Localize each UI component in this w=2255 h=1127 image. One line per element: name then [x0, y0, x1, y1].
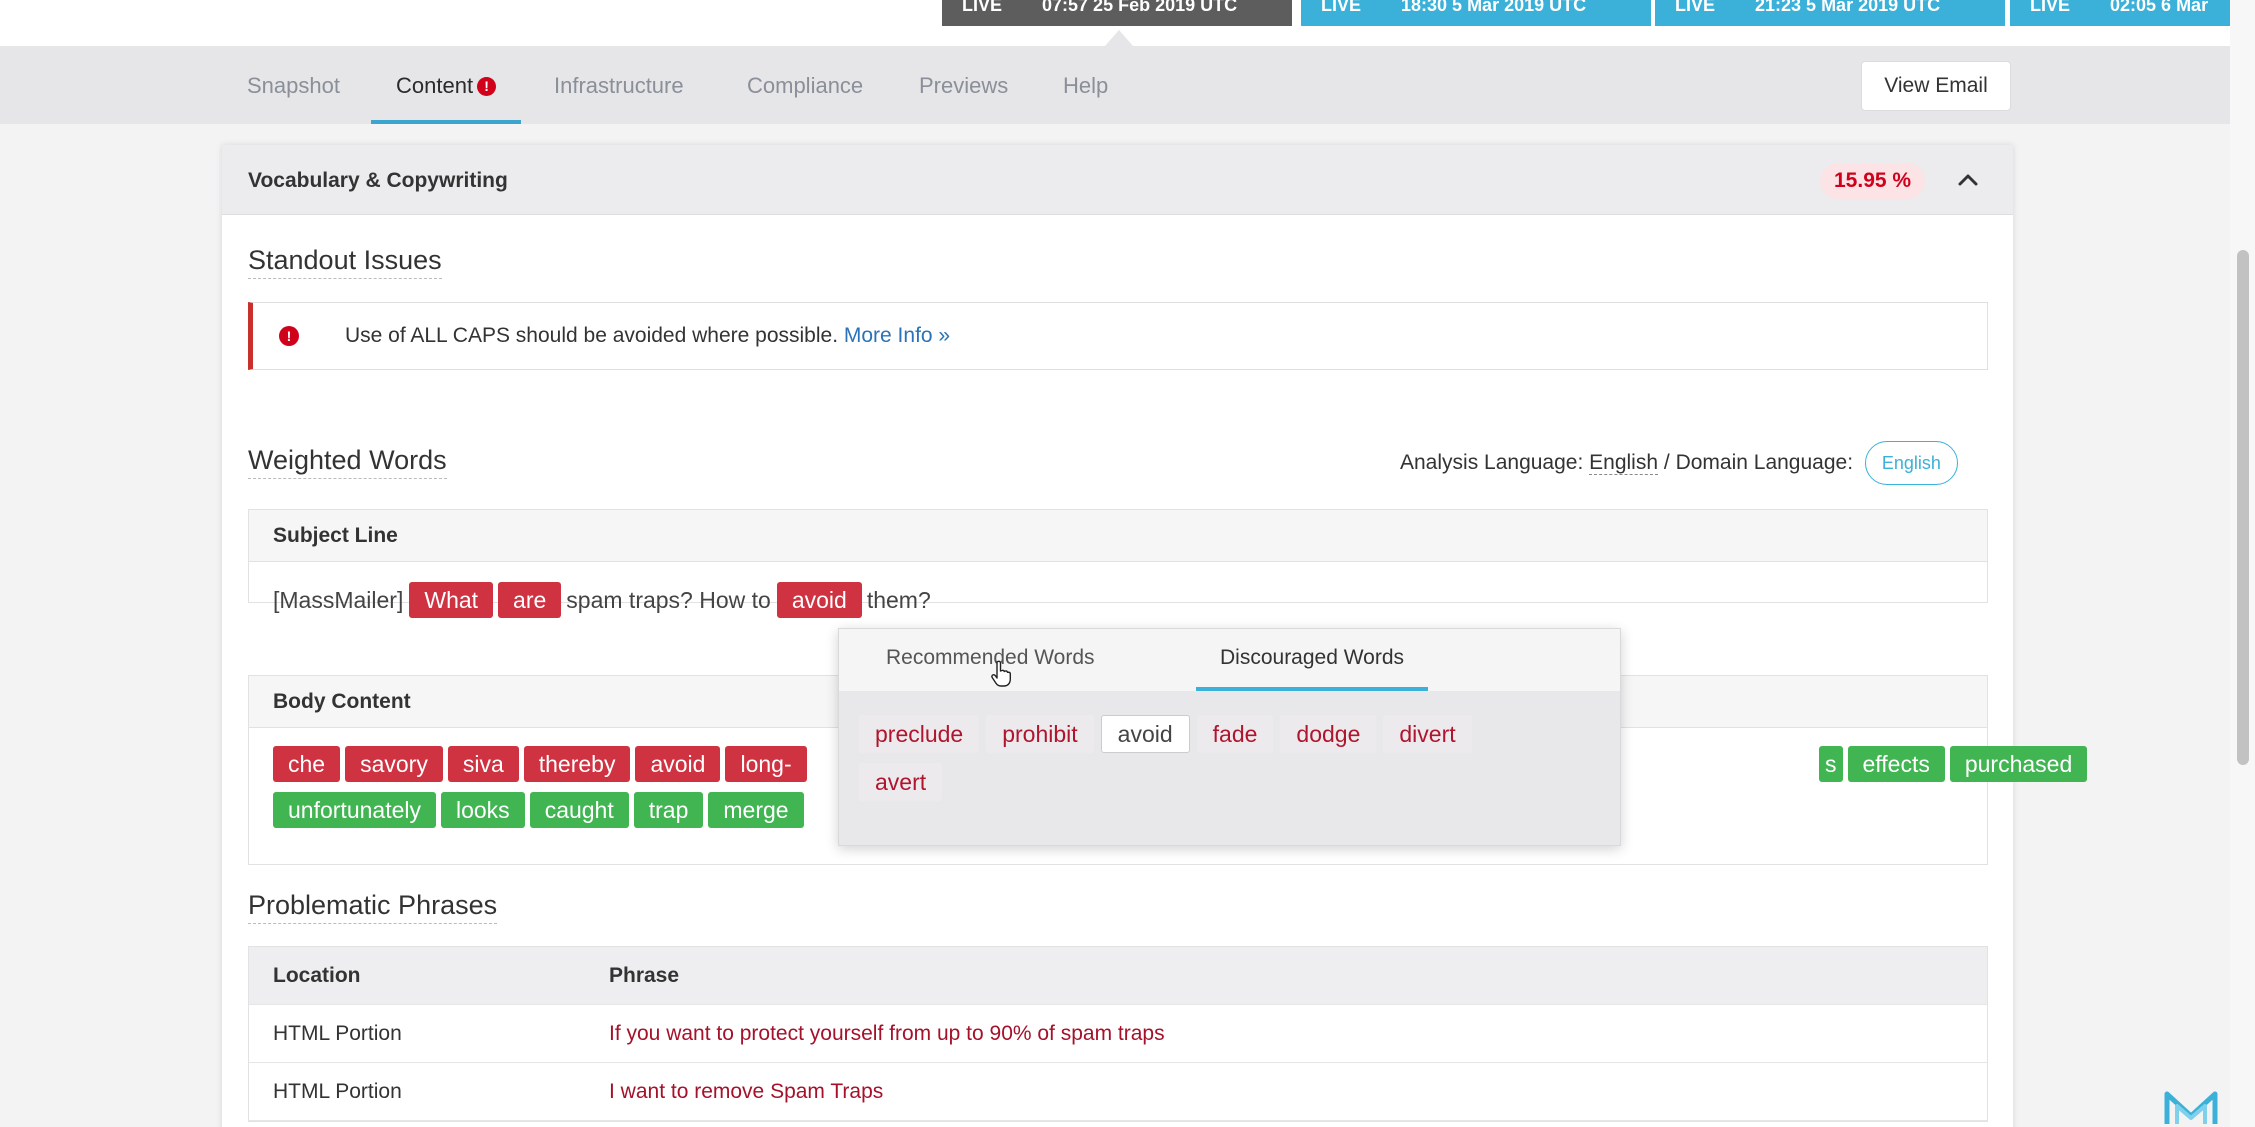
tag-row: che savory siva thereby avoid long-: [273, 746, 812, 782]
subject-token: spam traps? How to: [566, 586, 771, 613]
tag-row: s effects purchased: [1819, 746, 2092, 782]
popover-tabs: Recommended Words Discouraged Words: [839, 629, 1620, 691]
phrases-table: Location Phrase HTML Portion If you want…: [248, 946, 1988, 1122]
analysis-language: English: [1589, 451, 1659, 475]
card-header[interactable]: Vocabulary & Copywriting 15.95 %: [222, 145, 2013, 215]
subject-line-header: Subject Line: [249, 510, 1987, 562]
weighted-word-tag[interactable]: merge: [708, 792, 804, 828]
live-badge[interactable]: LIVE 07:57 25 Feb 2019 UTC: [942, 0, 1292, 26]
weighted-word-tag[interactable]: purchased: [1949, 746, 2088, 782]
subject-line-panel: Subject Line [MassMailer] What are spam tra…: [248, 509, 1988, 618]
m-logo-icon: [2164, 1091, 2218, 1124]
weighted-word-tag[interactable]: trap: [633, 792, 704, 828]
tab-previews[interactable]: Previews: [919, 46, 1008, 124]
report-nav: Snapshot Content! Infrastructure Complia…: [0, 46, 2230, 124]
weighted-word-tag[interactable]: caught: [529, 792, 629, 828]
weighted-words-title: Weighted Words: [248, 445, 447, 479]
word-chip-selected[interactable]: avoid: [1100, 715, 1190, 753]
more-info-link[interactable]: More Info »: [844, 324, 950, 347]
tab-snapshot[interactable]: Snapshot: [247, 46, 340, 124]
word-chip[interactable]: dodge: [1280, 715, 1377, 753]
word-chip[interactable]: preclude: [859, 715, 980, 753]
weighted-word-tag[interactable]: savory: [345, 746, 443, 782]
hand-pointer-icon: [991, 660, 1011, 687]
scrollbar-thumb[interactable]: [2237, 250, 2249, 765]
weighted-word-tag[interactable]: avoid: [635, 746, 721, 782]
word-chip[interactable]: prohibit: [986, 715, 1094, 753]
table-row: HTML Portion If you want to protect your…: [249, 1005, 1987, 1063]
live-badge[interactable]: LIVE 02:05 6 Mar: [2010, 0, 2230, 26]
alert-circle-icon: !: [477, 77, 497, 96]
weighted-word-tag[interactable]: What: [409, 581, 494, 618]
weighted-word-tag[interactable]: are: [498, 581, 562, 618]
word-chip[interactable]: fade: [1196, 715, 1274, 753]
issue-message: Use of ALL CAPS should be avoided where …: [345, 324, 951, 347]
word-suggestions-popover: Recommended Words Discouraged Words prec…: [838, 628, 1621, 846]
score-badge: 15.95 %: [1820, 163, 1926, 199]
tab-content[interactable]: Content!: [371, 46, 522, 124]
page-scrollbar[interactable]: [2230, 0, 2255, 1127]
language-info: Analysis Language: English / Domain Lang…: [1400, 440, 1958, 486]
weighted-word-tag[interactable]: unfortunately: [273, 792, 436, 828]
subject-line-text: [MassMailer] What are spam traps? How to avo…: [249, 562, 1987, 618]
weighted-word-tag[interactable]: s: [1819, 746, 1843, 782]
tab-infrastructure[interactable]: Infrastructure: [554, 46, 684, 124]
problematic-phrases-title: Problematic Phrases: [248, 890, 498, 924]
chevron-up-icon[interactable]: [1955, 167, 1981, 193]
weighted-word-tag[interactable]: long-: [725, 746, 807, 782]
live-badge[interactable]: LIVE 18:30 5 Mar 2019 UTC: [1301, 0, 1651, 26]
tab-discouraged-words[interactable]: Discouraged Words: [1196, 629, 1429, 691]
tab-help[interactable]: Help: [1063, 46, 1108, 124]
live-badge[interactable]: LIVE 21:23 5 Mar 2019 UTC: [1655, 0, 2005, 26]
subject-token: [MassMailer]: [273, 586, 404, 613]
word-chip-list: preclude prohibit avoid fade dodge divert aver…: [859, 715, 1619, 811]
timeline-pointer: [1105, 30, 1133, 46]
weighted-word-tag[interactable]: siva: [447, 746, 519, 782]
tab-compliance[interactable]: Compliance: [747, 46, 863, 124]
domain-language-button[interactable]: English: [1864, 441, 1958, 486]
word-chip[interactable]: divert: [1383, 715, 1472, 753]
weighted-word-tag[interactable]: avoid: [776, 581, 862, 618]
word-chip[interactable]: avert: [859, 763, 943, 801]
issue-alert: ! Use of ALL CAPS should be avoided wher…: [248, 302, 1988, 370]
weighted-word-tag[interactable]: looks: [440, 792, 525, 828]
table-row: HTML Portion I want to remove Spam Traps: [249, 1063, 1987, 1121]
subject-token: them?: [866, 586, 931, 613]
view-email-button[interactable]: View Email: [1861, 61, 2011, 111]
card-title: Vocabulary & Copywriting: [248, 169, 508, 192]
weighted-word-tag[interactable]: che: [273, 746, 341, 782]
tag-row: unfortunately looks caught trap merge: [273, 792, 809, 828]
weighted-word-tag[interactable]: thereby: [523, 746, 631, 782]
table-header: Location Phrase: [249, 947, 1987, 1005]
standout-issues-title: Standout Issues: [248, 245, 442, 279]
alert-circle-icon: !: [279, 326, 299, 346]
weighted-word-tag[interactable]: effects: [1847, 746, 1945, 782]
